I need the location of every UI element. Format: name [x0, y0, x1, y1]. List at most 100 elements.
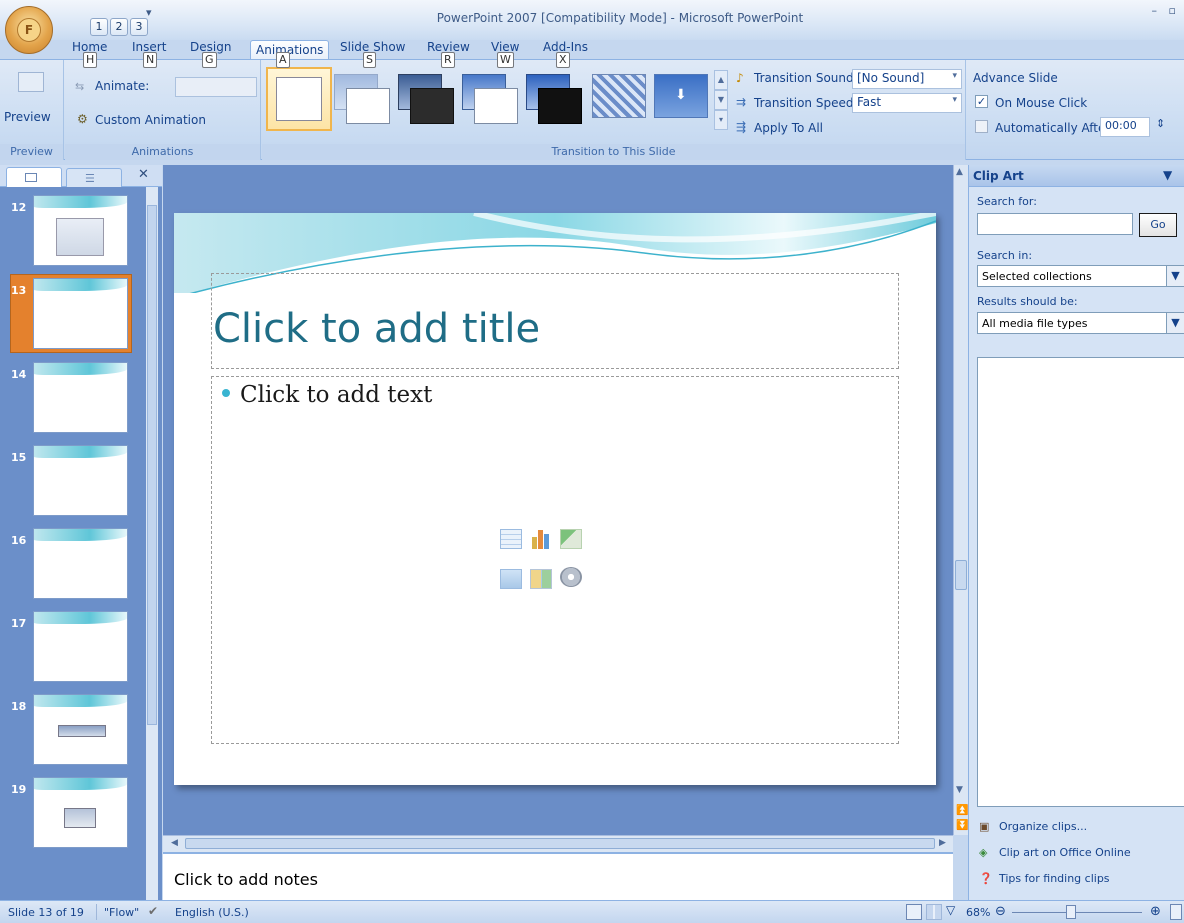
search-in-value: Selected collections — [982, 270, 1092, 283]
qat-repeat-keytip[interactable]: 3 — [130, 18, 148, 36]
tab-outline[interactable]: ☰ — [66, 168, 122, 187]
pane-options-icon[interactable]: ▼ — [1163, 168, 1172, 182]
slide-thumbnail[interactable] — [33, 611, 128, 682]
spell-check-icon[interactable]: ✔ — [148, 904, 158, 918]
results-value: All media file types — [982, 317, 1088, 330]
animations-group: ⇆ Animate: ⚙ Custom Animation Animations — [65, 60, 261, 160]
qat-undo-keytip[interactable]: 2 — [110, 18, 128, 36]
zoom-level[interactable]: 68% — [966, 906, 990, 919]
clip-results-list[interactable] — [977, 357, 1184, 807]
chevron-down-icon[interactable]: ▼ — [1166, 266, 1184, 286]
outline-icon: ☰ — [85, 172, 95, 185]
go-button[interactable]: Go — [1139, 213, 1177, 237]
transition-cut-thumb[interactable] — [462, 74, 520, 126]
vertical-scrollbar[interactable]: ▲ ▼ ⏫ ⏬ — [953, 165, 968, 835]
scroll-right-icon[interactable]: ▶ — [939, 838, 946, 848]
transition-dissolve-thumb[interactable] — [592, 74, 646, 118]
slides-scrollbar[interactable] — [146, 187, 158, 900]
tips-link[interactable]: Tips for finding clips — [999, 872, 1110, 885]
zoom-in-icon[interactable]: ⊕ — [1150, 904, 1161, 919]
clip-search-input[interactable] — [977, 213, 1133, 235]
slide-thumbnail[interactable] — [33, 195, 128, 266]
content-placeholder[interactable]: Click to add text — [211, 376, 899, 744]
on-mouse-click-checkbox[interactable]: ✓ — [975, 95, 988, 108]
scroll-left-icon[interactable]: ◀ — [171, 838, 178, 848]
transition-sound-dropdown[interactable]: [No Sound] ▾ — [852, 69, 962, 89]
scroll-down-icon[interactable]: ▼ — [956, 785, 963, 795]
vertical-scroll-thumb[interactable] — [955, 560, 967, 590]
slide-number: 15 — [11, 451, 27, 464]
gallery-up-icon[interactable]: ▲ — [714, 70, 728, 90]
zoom-out-icon[interactable]: ⊖ — [995, 904, 1006, 919]
tab-slides[interactable] — [6, 167, 62, 187]
insert-media-icon[interactable] — [560, 567, 582, 587]
clip-art-pane: Clip Art ▼ Search for: Go Search in: Sel… — [968, 165, 1184, 900]
thumb-wave — [34, 612, 127, 624]
slide-thumbnail[interactable] — [33, 694, 128, 765]
transition-fade-thumb[interactable] — [334, 74, 392, 126]
gallery-scroll[interactable]: ▲ ▼ ▾ — [714, 70, 728, 130]
slide-sorter-icon[interactable] — [926, 904, 942, 920]
transition-speed-label: Transition Speed: — [754, 96, 858, 110]
next-slide-icon[interactable]: ⏬ — [956, 820, 968, 831]
search-in-dropdown[interactable]: Selected collections ▼ — [977, 265, 1184, 287]
qat-customize-button[interactable]: ▾ — [146, 6, 152, 19]
gallery-more-icon[interactable]: ▾ — [714, 110, 728, 130]
normal-view-icon[interactable] — [906, 904, 922, 920]
transition-fade-black-thumb[interactable] — [398, 74, 456, 126]
office-online-link[interactable]: Clip art on Office Online — [999, 846, 1131, 859]
chevron-down-icon[interactable]: ▼ — [1166, 313, 1184, 333]
slide-number: 14 — [11, 368, 27, 381]
close-icon[interactable]: ✕ — [138, 167, 149, 182]
results-dropdown[interactable]: All media file types ▼ — [977, 312, 1184, 334]
auto-after-input[interactable]: 00:00 — [1100, 117, 1150, 137]
animate-dropdown[interactable] — [175, 77, 257, 97]
slide-thumbnail[interactable] — [33, 528, 128, 599]
slides-scroll-thumb[interactable] — [147, 205, 157, 725]
transition-cut-black-thumb[interactable] — [526, 74, 584, 126]
transition-none-thumb[interactable] — [266, 67, 332, 131]
fit-slide-icon[interactable] — [1170, 904, 1182, 920]
horizontal-scrollbar[interactable]: ◀ ▶ — [163, 835, 953, 852]
office-button[interactable]: F — [5, 6, 53, 54]
insert-picture-icon[interactable] — [500, 569, 522, 589]
slide-thumbnail[interactable] — [33, 777, 128, 848]
scroll-up-icon[interactable]: ▲ — [956, 167, 963, 177]
spinner-icon[interactable]: ⇕ — [1156, 117, 1165, 130]
thumb-wave — [34, 446, 127, 458]
transition-speed-dropdown[interactable]: Fast ▾ — [852, 93, 962, 113]
apply-to-all-button[interactable]: Apply To All — [754, 121, 823, 135]
theme-name[interactable]: "Flow" — [104, 906, 139, 919]
auto-after-checkbox[interactable] — [975, 120, 988, 133]
zoom-slider-track[interactable] — [1012, 912, 1142, 913]
slide-canvas[interactable]: Click to add title Click to add text — [174, 213, 936, 785]
zoom-slider-thumb[interactable] — [1066, 905, 1076, 919]
window-controls[interactable]: – ▫ — [1152, 4, 1180, 17]
organize-clips-link[interactable]: Organize clips... — [999, 820, 1087, 833]
previous-slide-icon[interactable]: ⏫ — [956, 805, 968, 816]
qat-save-keytip[interactable]: 1 — [90, 18, 108, 36]
on-mouse-click-label: On Mouse Click — [995, 96, 1088, 110]
transition-sound-icon: ♪ — [736, 71, 744, 85]
insert-table-icon[interactable] — [500, 529, 522, 549]
slide-thumbnail-selected[interactable] — [33, 278, 128, 349]
slide-thumbnail[interactable] — [33, 362, 128, 433]
slide-thumbnail[interactable] — [33, 445, 128, 516]
notes-placeholder: Click to add notes — [174, 870, 318, 889]
gallery-down-icon[interactable]: ▼ — [714, 90, 728, 110]
transition-wipe-down-thumb[interactable]: ⬇ — [654, 74, 708, 118]
title-placeholder[interactable]: Click to add title — [211, 273, 899, 369]
insert-clip-art-icon[interactable] — [530, 569, 552, 589]
preview-button[interactable]: Preview — [4, 110, 51, 124]
slide-show-icon[interactable]: ▽ — [946, 903, 955, 917]
slide-number: 17 — [11, 617, 27, 630]
horizontal-scroll-thumb[interactable] — [185, 838, 935, 849]
language-indicator[interactable]: English (U.S.) — [175, 906, 249, 919]
slide-editing-area: Click to add title Click to add text — [163, 165, 953, 835]
window-title: PowerPoint 2007 [Compatibility Mode] - M… — [436, 11, 804, 25]
keytip-design: G — [202, 52, 217, 68]
custom-animation-button[interactable]: Custom Animation — [95, 113, 206, 127]
insert-chart-icon[interactable] — [530, 527, 552, 549]
insert-smartart-icon[interactable] — [560, 529, 582, 549]
notes-pane[interactable]: Click to add notes — [163, 852, 953, 900]
